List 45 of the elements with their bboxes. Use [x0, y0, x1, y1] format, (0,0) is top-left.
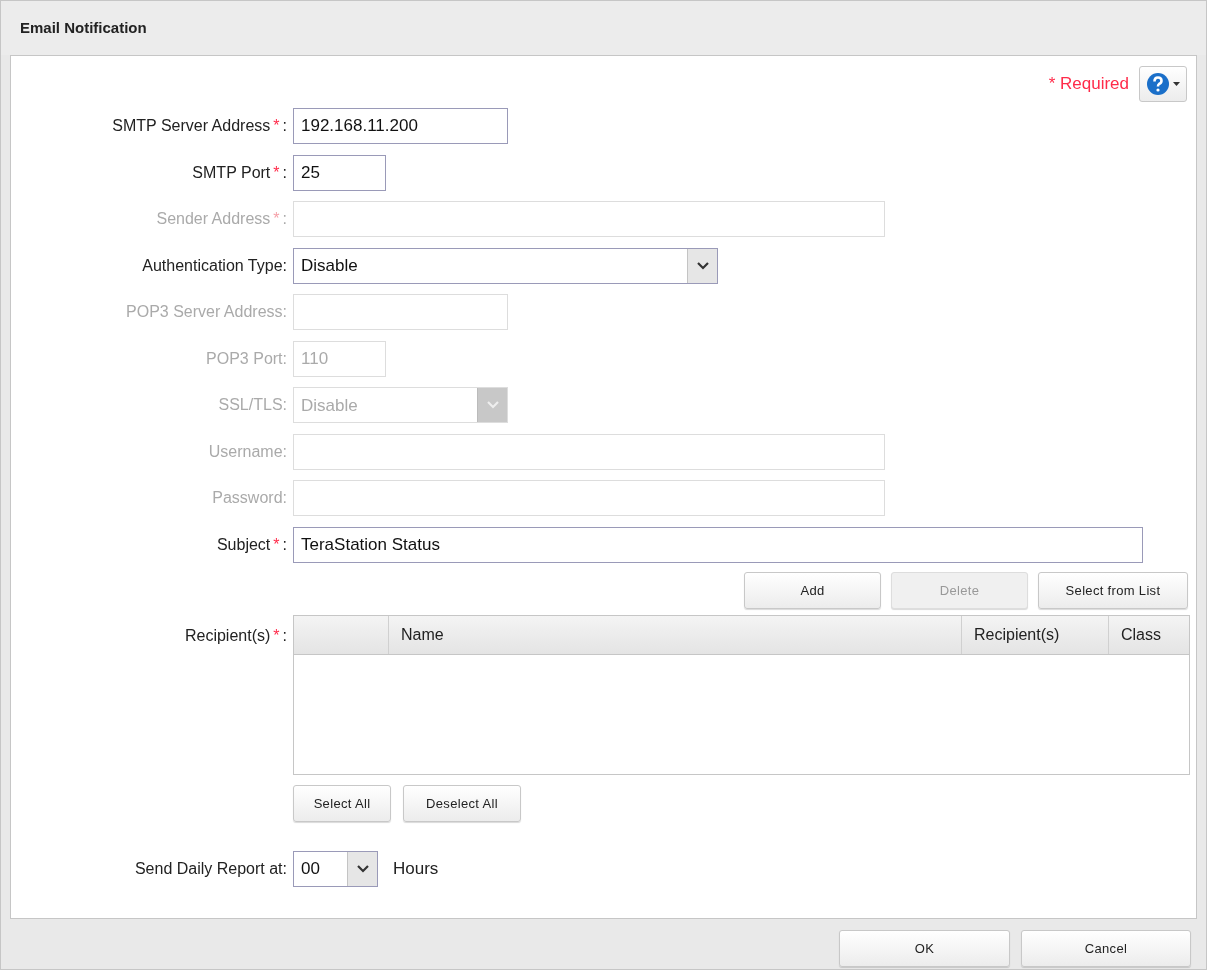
- text-field[interactable]: 25: [293, 154, 386, 191]
- action-button[interactable]: Deselect All: [403, 785, 521, 822]
- field-label: Username:: [208, 441, 287, 462]
- help-button[interactable]: [1139, 65, 1187, 102]
- required-legend: * Required: [1048, 70, 1129, 97]
- chevron-icon: [347, 852, 377, 886]
- field-label: POP3 Server Address:: [126, 302, 287, 323]
- text-field[interactable]: 192.168.11.200: [293, 108, 508, 145]
- required-mark: *: [273, 116, 280, 137]
- field-label: Authentication Type:: [142, 255, 287, 276]
- hour-select[interactable]: 00: [293, 851, 378, 887]
- select-field[interactable]: Disable: [293, 247, 718, 284]
- required-mark: *: [273, 162, 280, 183]
- action-button[interactable]: Cancel: [1021, 930, 1191, 967]
- column-header[interactable]: Name: [401, 623, 444, 647]
- action-button[interactable]: Add: [744, 572, 881, 609]
- field-label: Recipient(s): [184, 626, 271, 646]
- hours-unit: Hours: [393, 858, 439, 881]
- field-label: SSL/TLS:: [218, 395, 287, 416]
- caret-icon: [1173, 81, 1180, 86]
- label-colon: :: [282, 534, 287, 555]
- column-header[interactable]: Recipient(s): [974, 623, 1060, 647]
- chevron-icon: [687, 248, 717, 283]
- action-button[interactable]: Select from List: [1038, 572, 1188, 609]
- required-mark: *: [273, 626, 280, 646]
- column-header[interactable]: Class: [1121, 623, 1161, 647]
- window-title: Email Notification: [20, 17, 147, 38]
- field-label: Subject: [216, 534, 271, 555]
- field-label: Password:: [212, 488, 287, 509]
- label-colon: :: [282, 116, 287, 137]
- field-label: SMTP Server Address: [112, 116, 271, 137]
- text-field[interactable]: TeraStation Status: [293, 526, 1143, 563]
- help-icon: [1146, 71, 1170, 96]
- label-colon: :: [282, 626, 287, 646]
- field-label: Send Daily Report at:: [134, 859, 287, 879]
- field-label: Sender Address: [156, 209, 271, 230]
- field-label: POP3 Port:: [206, 348, 287, 369]
- required-mark: *: [273, 534, 280, 555]
- chevron-icon: [477, 388, 507, 423]
- label-colon: :: [282, 162, 287, 183]
- field-label: SMTP Port: [192, 162, 271, 183]
- required-mark: *: [273, 209, 280, 230]
- action-button[interactable]: OK: [839, 930, 1010, 967]
- action-button[interactable]: Select All: [293, 785, 391, 822]
- label-colon: :: [282, 209, 287, 230]
